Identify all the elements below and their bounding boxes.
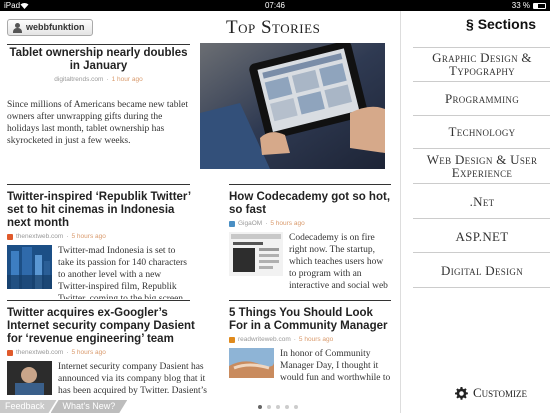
story-time-ago: 5 hours ago: [71, 349, 106, 356]
section-item-digital-design[interactable]: Digital Design: [413, 264, 550, 277]
story-card[interactable]: 5 Things You Should Look For in a Commun…: [229, 307, 391, 384]
story-card[interactable]: How Codecademy got so hot, so fast GigaO…: [229, 191, 391, 294]
page-dot[interactable]: [294, 405, 298, 409]
sections-title-label: Sections: [477, 16, 537, 32]
story-source: GigaOM: [238, 220, 263, 227]
section-item-aspnet[interactable]: ASP.NET: [413, 230, 550, 243]
divider: [413, 47, 550, 48]
top-story-image[interactable]: [200, 43, 385, 169]
story-meta: thenextweb.com · 5 hours ago: [7, 349, 212, 356]
page-dot[interactable]: [267, 405, 271, 409]
top-story[interactable]: Tablet ownership nearly doubles in Janua…: [7, 47, 190, 187]
divider: [413, 115, 550, 116]
page-title: Top Stories: [226, 17, 321, 38]
story-thumbnail: [229, 348, 274, 378]
story-body: Internet security company Dasient has an…: [58, 362, 208, 396]
gear-icon: [455, 386, 468, 400]
meta-separator: ·: [106, 76, 109, 83]
customize-label: Customize: [473, 385, 528, 400]
section-sign-icon: §: [466, 16, 474, 32]
section-item-graphic-design[interactable]: Graphic Design & Typography: [413, 51, 550, 77]
meta-separator: ·: [66, 233, 69, 240]
story-title[interactable]: 5 Things You Should Look For in a Commun…: [229, 307, 391, 333]
section-item-web-design[interactable]: Web Design & User Experience: [413, 153, 550, 179]
whats-new-button[interactable]: What's New?: [51, 400, 128, 413]
divider: [413, 81, 550, 82]
story-body: Codecademy is on fire right now. The sta…: [289, 233, 388, 291]
section-item-dotnet[interactable]: .Net: [413, 195, 550, 208]
story-body: Twitter-mad Indonesia is set to take its…: [58, 246, 187, 299]
top-story-meta: digitaltrends.com · 1 hour ago: [7, 76, 190, 83]
main-content: webbfunktion Top Stories Tablet ownershi…: [0, 11, 400, 413]
divider: [7, 184, 190, 185]
divider: [413, 218, 550, 219]
story-thumbnail: [229, 232, 283, 276]
page-dot[interactable]: [258, 405, 262, 409]
story-body: In honor of Community Manager Day, I tho…: [280, 349, 391, 383]
user-account-button[interactable]: webbfunktion: [7, 19, 93, 36]
page-dot[interactable]: [276, 405, 280, 409]
section-item-programming[interactable]: Programming: [413, 92, 550, 105]
clock: 07:46: [264, 1, 286, 10]
customize-button[interactable]: Customize: [455, 385, 527, 401]
story-card[interactable]: Twitter-inspired ‘Republik Twitter’ set …: [7, 191, 192, 299]
meta-separator: ·: [265, 220, 268, 227]
story-time-ago: 5 hours ago: [298, 336, 334, 343]
story-meta: GigaOM · 5 hours ago: [229, 220, 391, 227]
thenextweb-favicon-icon: [7, 349, 13, 356]
story-meta: readwriteweb.com · 5 hours ago: [229, 336, 391, 343]
story-source: readwriteweb.com: [238, 336, 291, 343]
meta-separator: ·: [66, 349, 69, 356]
story-thumbnail: [7, 245, 52, 289]
story-source: digitaltrends.com: [54, 76, 104, 83]
gigaom-favicon-icon: [229, 220, 235, 227]
story-source: thenextweb.com: [16, 349, 64, 356]
sections-title: § Sections: [466, 16, 536, 32]
sections-sidebar: § Sections Graphic Design & Typography P…: [400, 11, 550, 413]
divider: [7, 300, 190, 301]
status-bar: iPad 07:46 33 %: [0, 0, 550, 11]
top-story-title[interactable]: Tablet ownership nearly doubles in Janua…: [7, 47, 190, 73]
story-source: thenextweb.com: [16, 233, 64, 240]
divider: [7, 44, 190, 45]
divider: [413, 148, 550, 149]
meta-separator: ·: [293, 336, 296, 343]
divider: [229, 184, 391, 185]
story-title[interactable]: Twitter acquires ex-Googler’s Internet s…: [7, 307, 212, 346]
user-button-label: webbfunktion: [26, 22, 85, 32]
story-title[interactable]: How Codecademy got so hot, so fast: [229, 191, 391, 217]
story-card[interactable]: Twitter acquires ex-Googler’s Internet s…: [7, 307, 212, 397]
top-story-body: Since millions of Americans became new t…: [7, 100, 188, 146]
divider: [413, 183, 550, 184]
divider: [413, 252, 550, 253]
story-meta: thenextweb.com · 5 hours ago: [7, 233, 192, 240]
divider: [413, 287, 550, 288]
page-dot[interactable]: [285, 405, 289, 409]
battery-icon: [533, 3, 546, 9]
story-thumbnail: [7, 361, 52, 395]
thenextweb-favicon-icon: [7, 233, 13, 240]
story-time-ago: 1 hour ago: [111, 76, 143, 83]
story-title[interactable]: Twitter-inspired ‘Republik Twitter’ set …: [7, 191, 192, 230]
story-time-ago: 5 hours ago: [71, 233, 106, 240]
readwriteweb-favicon-icon: [229, 336, 235, 343]
section-item-technology[interactable]: Technology: [413, 125, 550, 138]
feedback-button[interactable]: Feedback: [0, 400, 57, 413]
page-indicator[interactable]: [258, 405, 298, 409]
user-icon: [13, 22, 22, 33]
divider: [229, 300, 391, 301]
bottom-tabs: Feedback What's New?: [0, 400, 121, 413]
battery-percent: 33 %: [511, 1, 530, 10]
story-time-ago: 5 hours ago: [270, 220, 305, 227]
